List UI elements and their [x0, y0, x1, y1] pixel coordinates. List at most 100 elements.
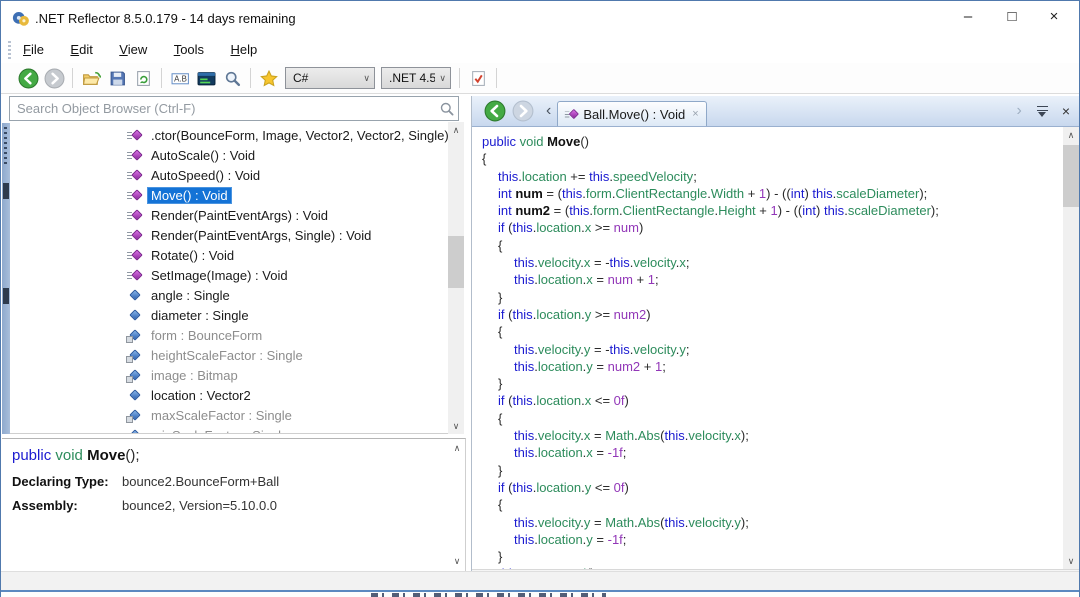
code-token: Abs: [638, 515, 660, 530]
method-icon: [126, 207, 145, 223]
code-token: this: [562, 186, 582, 201]
code-scrollbar-thumb[interactable]: [1063, 145, 1079, 207]
tab-forward-button[interactable]: [512, 100, 534, 122]
tab-close-icon[interactable]: ×: [692, 108, 698, 120]
tab-scroll-right-icon[interactable]: ›: [1016, 98, 1021, 124]
save-button[interactable]: [105, 66, 129, 90]
tree-item[interactable]: .ctor(BounceForm, Image, Vector2, Vector…: [10, 125, 448, 145]
code-line: this.velocity.y = Math.Abs(this.velocity…: [472, 514, 1064, 531]
menu-file[interactable]: File: [23, 37, 44, 63]
code-token: =: [593, 359, 608, 374]
code-line: {: [472, 410, 1064, 427]
tab-ball-move[interactable]: Ball.Move() : Void ×: [557, 101, 706, 126]
forward-button[interactable]: [42, 66, 66, 90]
favorites-button[interactable]: [257, 66, 281, 90]
code-content[interactable]: public void Move(){this.location += this…: [472, 127, 1064, 569]
tree-item[interactable]: Rotate() : Void: [10, 245, 448, 265]
code-token: speedVelocity: [613, 169, 693, 184]
code-line: this.location.y = -1f;: [472, 531, 1064, 548]
code-token: }: [498, 290, 502, 305]
analyzer-button[interactable]: [466, 66, 490, 90]
tab-scroll-left-icon[interactable]: ‹: [546, 98, 551, 124]
info-panel-scrollbar[interactable]: ∧ ∨: [449, 440, 465, 569]
language-dropdown[interactable]: C# ∨: [285, 67, 375, 89]
disassembler-button[interactable]: [194, 66, 218, 90]
code-token: location: [538, 272, 583, 287]
menu-view[interactable]: View: [119, 37, 147, 63]
language-dropdown-value: C#: [293, 71, 360, 85]
tree-scrollbar[interactable]: ∧ ∨: [448, 122, 464, 434]
code-token: this: [512, 393, 532, 408]
chevron-down-icon: ∨: [436, 73, 446, 84]
code-token: int: [498, 186, 512, 201]
code-line: }: [472, 462, 1064, 479]
scroll-down-icon[interactable]: ∨: [449, 553, 465, 569]
tree-scrollbar-thumb[interactable]: [448, 236, 464, 288]
pane-close-icon[interactable]: ×: [1062, 103, 1070, 119]
menu-help[interactable]: Help: [231, 37, 258, 63]
menu-edit[interactable]: Edit: [70, 37, 92, 63]
tree-item[interactable]: heightScaleFactor : Single: [10, 345, 448, 365]
code-token: location: [536, 480, 581, 495]
code-token: =: [593, 532, 608, 547]
tree-item[interactable]: location : Vector2: [10, 385, 448, 405]
code-token: int: [498, 203, 512, 218]
rename-button[interactable]: A.B: [168, 66, 192, 90]
tree-item[interactable]: diameter : Single: [10, 305, 448, 325]
tree-item[interactable]: Render(PaintEventArgs) : Void: [10, 205, 448, 225]
tree-item[interactable]: form : BounceForm: [10, 325, 448, 345]
code-token: 0f: [614, 480, 625, 495]
collapsed-panel-strip[interactable]: [2, 123, 10, 434]
framework-dropdown[interactable]: .NET 4.5 ∨: [381, 67, 451, 89]
svg-text:A.B: A.B: [174, 74, 187, 83]
code-token: velocity: [633, 342, 675, 357]
field-icon: [126, 427, 145, 434]
tree-item-label: heightScaleFactor : Single: [147, 347, 307, 364]
code-token: void: [520, 134, 544, 149]
tree-item[interactable]: AutoScale() : Void: [10, 145, 448, 165]
tree-item-label: location : Vector2: [147, 387, 255, 404]
title-bar[interactable]: .NET Reflector 8.5.0.179 - 14 days remai…: [1, 1, 1079, 37]
minimize-button[interactable]: –: [945, 1, 991, 35]
tab-options-icon[interactable]: [1036, 105, 1050, 117]
refresh-button[interactable]: [131, 66, 155, 90]
tree-item[interactable]: angle : Single: [10, 285, 448, 305]
search-button[interactable]: [220, 66, 244, 90]
tree-item[interactable]: SetImage(Image) : Void: [10, 265, 448, 285]
code-token: {: [482, 151, 486, 166]
code-token: ;: [623, 445, 627, 460]
tree-item[interactable]: image : Bitmap: [10, 365, 448, 385]
tree-item[interactable]: AutoSpeed() : Void: [10, 165, 448, 185]
code-token: this: [512, 480, 532, 495]
scroll-up-icon[interactable]: ∧: [448, 122, 464, 138]
tree-item[interactable]: Move() : Void: [10, 185, 448, 205]
scroll-up-icon[interactable]: ∧: [449, 440, 465, 456]
open-assembly-button[interactable]: [79, 66, 103, 90]
code-line: if (this.location.x >= num): [472, 219, 1064, 236]
scroll-down-icon[interactable]: ∨: [1063, 553, 1079, 569]
menu-grip[interactable]: [8, 41, 11, 59]
tree-item[interactable]: maxScaleFactor : Single: [10, 405, 448, 425]
code-scrollbar[interactable]: ∧ ∨: [1063, 127, 1079, 569]
search-input[interactable]: [9, 96, 459, 121]
scroll-down-icon[interactable]: ∨: [448, 418, 464, 434]
method-icon: [564, 107, 581, 121]
code-token: scaleDiameter: [848, 203, 931, 218]
close-button[interactable]: ×: [1031, 1, 1077, 35]
code-token: ;: [686, 255, 690, 270]
code-token: form: [593, 203, 619, 218]
maximize-button[interactable]: □: [989, 1, 1035, 35]
code-token: =: [593, 272, 608, 287]
tree-item[interactable]: minScaleFactor : Single: [10, 425, 448, 434]
code-token: );: [919, 186, 927, 201]
disassembler-window-icon: [197, 70, 216, 87]
back-button[interactable]: [16, 66, 40, 90]
code-token: ;: [655, 272, 659, 287]
code-line: this.velocity.x = -this.velocity.x;: [472, 254, 1064, 271]
tab-back-button[interactable]: [484, 100, 506, 122]
code-token: ): [639, 220, 643, 235]
tree-item[interactable]: Render(PaintEventArgs, Single) : Void: [10, 225, 448, 245]
menu-tools[interactable]: Tools: [174, 37, 204, 63]
code-token: velocity: [538, 515, 580, 530]
scroll-up-icon[interactable]: ∧: [1063, 127, 1079, 143]
